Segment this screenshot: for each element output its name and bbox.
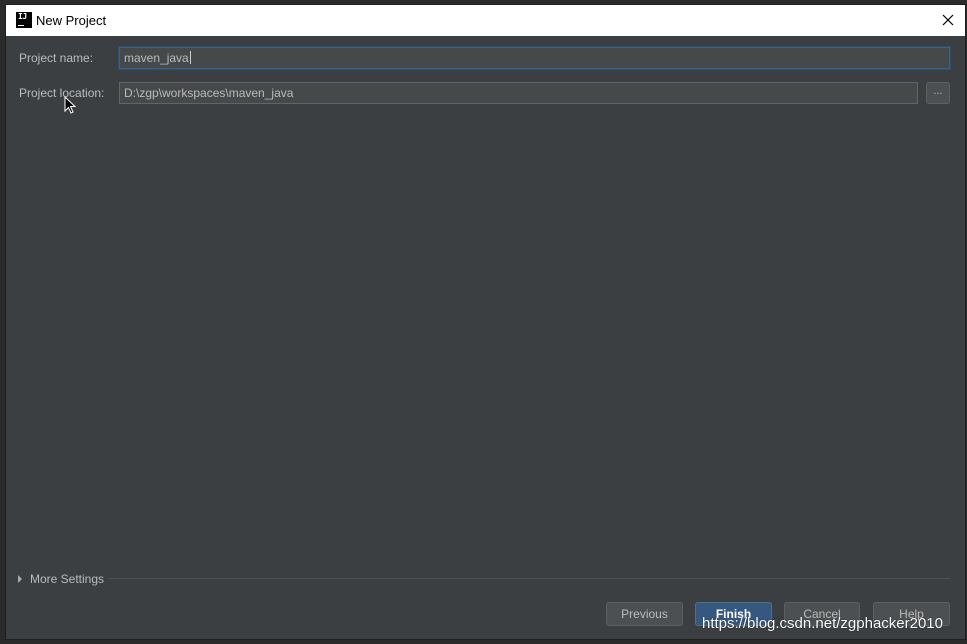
mouse-pointer-icon: [64, 96, 76, 114]
browse-location-button[interactable]: ...: [926, 82, 950, 104]
previous-button[interactable]: Previous: [606, 602, 683, 626]
expand-triangle-icon: [18, 575, 22, 583]
project-location-label: Project location:: [19, 86, 105, 100]
project-name-input[interactable]: maven_java: [119, 47, 950, 69]
title-bar[interactable]: IJ New Project: [6, 5, 965, 36]
project-name-value: maven_java: [124, 51, 189, 65]
project-location-value: D:\zgp\workspaces\maven_java: [124, 86, 294, 100]
more-settings-label: More Settings: [30, 572, 105, 586]
new-project-dialog: IJ New Project Project name: maven_java …: [6, 5, 965, 639]
project-location-input[interactable]: D:\zgp\workspaces\maven_java: [119, 82, 918, 104]
more-settings-separator: [108, 578, 950, 579]
app-icon-text: IJ: [18, 12, 27, 21]
close-button[interactable]: [935, 7, 961, 33]
dialog-title: New Project: [36, 13, 107, 28]
text-caret: [189, 51, 191, 64]
close-icon: [942, 14, 954, 26]
watermark-url: https://blog.csdn.net/zgphacker2010: [702, 615, 943, 632]
intellij-app-icon: IJ: [16, 12, 32, 28]
project-name-label: Project name:: [19, 51, 94, 65]
